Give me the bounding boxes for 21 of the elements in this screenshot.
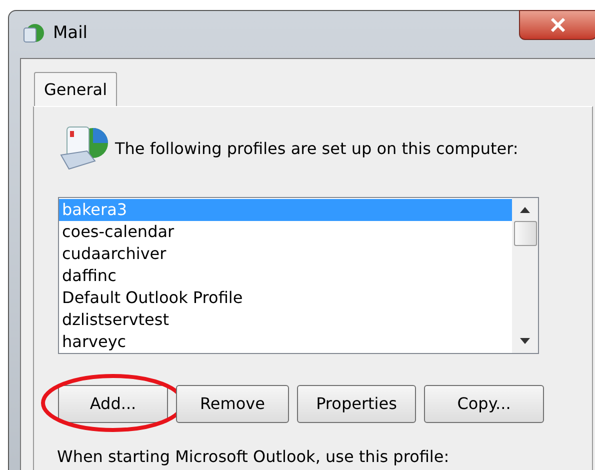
profiles-prompt: The following profiles are set up on this computer: <box>115 138 518 160</box>
scroll-up-icon[interactable] <box>520 207 530 213</box>
profile-item[interactable]: dzlistservtest <box>59 309 512 331</box>
profile-item[interactable]: daffinc <box>59 265 512 287</box>
profile-action-button[interactable]: Copy... <box>424 385 544 423</box>
scroll-thumb[interactable] <box>514 221 536 246</box>
tab[interactable]: General <box>34 72 118 106</box>
window-title: Mail <box>53 22 88 46</box>
profile-action-button[interactable]: Properties <box>297 385 416 423</box>
close-button[interactable] <box>519 10 595 40</box>
scrollbar[interactable] <box>512 198 538 353</box>
profile-item[interactable]: harveyc <box>59 331 512 353</box>
scroll-down-icon[interactable] <box>520 338 530 344</box>
startup-profile-label: When starting Microsoft Outlook, use this profile: <box>57 446 450 468</box>
profile-action-button[interactable]: Add... <box>58 385 168 423</box>
close-icon <box>550 18 566 32</box>
profile-list[interactable]: bakera3 coes-calendar cudaarchiver daffinc Default Outlook Profile dzlistservtest harveyc <box>58 197 539 354</box>
profile-action-button[interactable]: Remove <box>176 385 289 423</box>
profile-item[interactable]: coes-calendar <box>59 221 512 243</box>
profile-item[interactable]: cudaarchiver <box>59 243 512 265</box>
profile-item[interactable]: Default Outlook Profile <box>59 287 512 309</box>
